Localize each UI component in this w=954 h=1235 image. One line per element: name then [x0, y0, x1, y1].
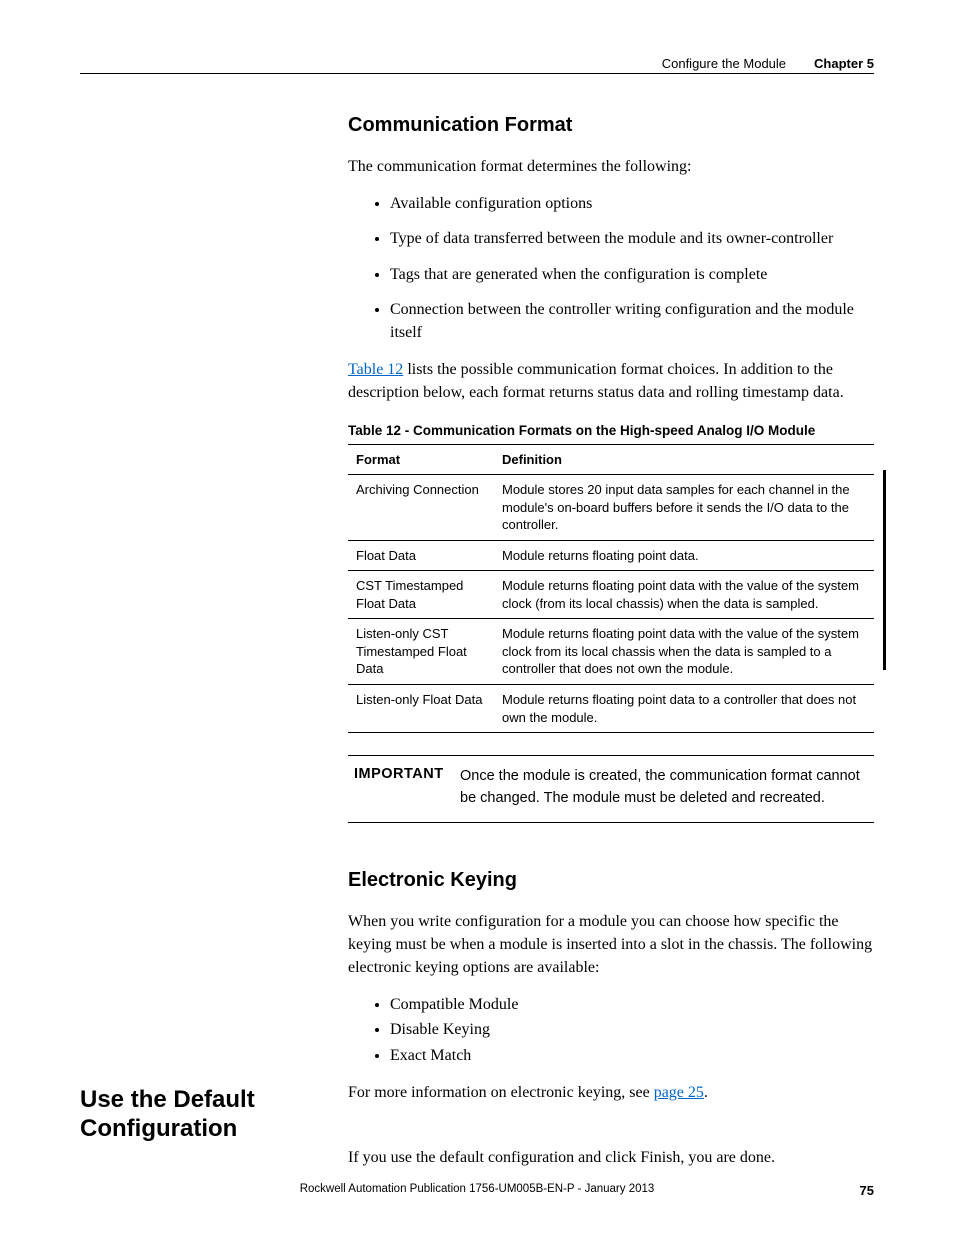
list-item: Connection between the controller writin…: [390, 298, 874, 344]
publication-info: Rockwell Automation Publication 1756-UM0…: [300, 1183, 655, 1195]
cell-definition: Module returns floating point data with …: [494, 571, 874, 619]
important-text: Once the module is created, the communic…: [460, 766, 874, 810]
heading-electronic-keying: Electronic Keying: [348, 869, 874, 892]
cell-format: Listen-only Float Data: [348, 684, 494, 732]
table-row: CST Timestamped Float Data Module return…: [348, 571, 874, 619]
table-row: Float Data Module returns floating point…: [348, 540, 874, 571]
table-row: Listen-only Float Data Module returns fl…: [348, 684, 874, 732]
running-header: Configure the Module Chapter 5: [80, 56, 874, 74]
header-section: Configure the Module: [662, 56, 786, 71]
header-chapter: Chapter 5: [814, 56, 874, 71]
table-ref-paragraph: Table 12 lists the possible communicatio…: [348, 358, 874, 404]
comm-bullet-list: Available configuration options Type of …: [348, 192, 874, 344]
important-label: IMPORTANT: [348, 766, 460, 810]
change-bar: [883, 470, 886, 670]
cell-definition: Module returns floating point data.: [494, 540, 874, 571]
sidehead-default-config: Use the Default Configuration: [80, 1086, 320, 1144]
table-12-link[interactable]: Table 12: [348, 361, 403, 378]
default-config-body: If you use the default configuration and…: [348, 1146, 874, 1169]
table-12-title: Table 12 - Communication Formats on the …: [348, 423, 874, 438]
ekey-more-pre: For more information on electronic keyin…: [348, 1084, 654, 1101]
table-header-definition: Definition: [494, 444, 874, 475]
list-item: Disable Keying: [390, 1018, 874, 1041]
table-row: Archiving Connection Module stores 20 in…: [348, 475, 874, 541]
cell-format: Listen-only CST Timestamped Float Data: [348, 619, 494, 685]
ekey-more-post: .: [704, 1084, 708, 1101]
cell-definition: Module returns floating point data with …: [494, 619, 874, 685]
cell-definition: Module returns floating point data to a …: [494, 684, 874, 732]
ekey-intro: When you write configuration for a modul…: [348, 910, 874, 980]
ekey-bullet-list: Compatible Module Disable Keying Exact M…: [348, 993, 874, 1067]
comm-intro: The communication format determines the …: [348, 155, 874, 178]
table-header-format: Format: [348, 444, 494, 475]
page-25-link[interactable]: page 25: [654, 1084, 704, 1101]
heading-communication-format: Communication Format: [348, 114, 874, 137]
page-footer: Rockwell Automation Publication 1756-UM0…: [80, 1183, 874, 1195]
list-item: Compatible Module: [390, 993, 874, 1016]
list-item: Type of data transferred between the mod…: [390, 227, 874, 250]
table-12: Format Definition Archiving Connection M…: [348, 444, 874, 734]
table-row: Listen-only CST Timestamped Float Data M…: [348, 619, 874, 685]
cell-format: Float Data: [348, 540, 494, 571]
ekey-more-info: For more information on electronic keyin…: [348, 1081, 874, 1104]
list-item: Tags that are generated when the configu…: [390, 263, 874, 286]
table-ref-text: lists the possible communication format …: [348, 361, 844, 401]
cell-format: Archiving Connection: [348, 475, 494, 541]
cell-format: CST Timestamped Float Data: [348, 571, 494, 619]
important-callout: IMPORTANT Once the module is created, th…: [348, 755, 874, 823]
list-item: Exact Match: [390, 1044, 874, 1067]
cell-definition: Module stores 20 input data samples for …: [494, 475, 874, 541]
page-number: 75: [860, 1183, 874, 1198]
list-item: Available configuration options: [390, 192, 874, 215]
